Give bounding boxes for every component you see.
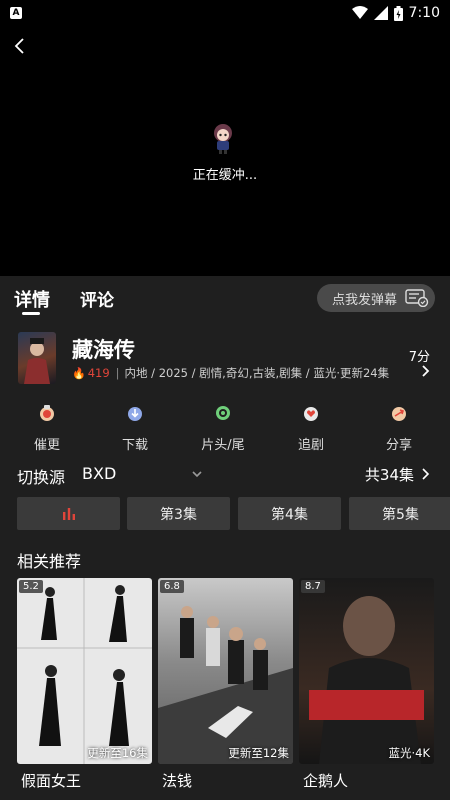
recommendation-update: 更新至12集 [228,746,289,760]
send-danmu-button[interactable]: 点我发弹幕 [317,284,435,312]
episode-button-playing[interactable] [17,497,120,530]
action-bar: 催更 下载 片头/尾 追剧 分享 [0,404,450,453]
urge-update-label: 催更 [33,438,60,453]
show-meta: 🔥 419 | 内地 / 2025 / 剧情,奇幻,古装,剧集 / 蓝光·更新2… [72,365,389,381]
tab-detail[interactable]: 详情 [14,286,50,312]
danmu-settings-icon[interactable] [405,289,429,307]
episode-count-link[interactable]: 共34集 [365,464,414,485]
follow-label: 追剧 [297,438,324,453]
recommendation-poster: 8.7 蓝光·4K [299,578,434,764]
share-icon [392,407,406,421]
fire-icon: 🔥 [72,366,86,380]
download-icon [128,407,142,421]
follow-button[interactable]: 追剧 [281,404,341,453]
battery-icon [393,5,403,21]
skip-intro-outro-button[interactable]: 片头/尾 [193,404,253,453]
episode-button[interactable]: 第3集 [127,497,230,530]
recommendation-name: 法钱 [162,772,193,790]
share-label: 分享 [385,438,412,453]
poster-art-icon [158,606,293,764]
source-label: 切换源 [17,468,66,487]
wifi-icon [351,6,368,19]
recommendation-score: 6.8 [160,580,184,593]
poster-figure-icon [24,338,50,384]
tab-comment[interactable]: 评论 [80,286,114,311]
meta-divider: | [115,366,120,380]
urge-update-icon [40,405,54,421]
chevron-down-icon[interactable] [191,469,203,479]
skip-intro-icon [216,406,230,420]
poster-art-icon [309,596,424,764]
clock: 7:10 [408,5,440,21]
show-info[interactable]: 藏海传 🔥 419 | 内地 / 2025 / 剧情,奇幻,古装,剧集 / 蓝光… [0,332,450,388]
heat-count: 419 [87,366,110,380]
share-button[interactable]: 分享 [369,404,429,453]
status-indicators: 7:10 [351,5,440,21]
status-bar: A 7:10 [0,0,450,26]
recommendation-card[interactable]: 5.2 更新至16集 假面女王 [17,578,152,791]
show-score: 7分 [408,350,430,365]
recommendation-poster: 5.2 更新至16集 [17,578,152,764]
episode-button[interactable]: 第5集 [349,497,450,530]
app-notification-icon: A [10,7,22,19]
show-title: 藏海传 [72,338,135,362]
download-label: 下载 [121,438,148,453]
back-arrow-icon[interactable] [10,36,30,56]
detail-sheet: 详情 评论 点我发弹幕 藏海传 🔥 419 | 内地 / 2025 / 剧情,奇… [0,276,450,800]
recommendation-card[interactable]: 6.8 更新至12集 法钱 [158,578,293,791]
skip-intro-label: 片头/尾 [201,438,245,453]
active-tab-indicator [22,312,40,315]
recommendation-list: 5.2 更新至16集 假面女王 6.8 更新至12集 法钱 8.7 蓝光·4K … [17,578,450,800]
chevron-right-icon[interactable] [420,467,430,481]
playing-indicator-icon [62,507,75,520]
follow-icon [304,407,318,421]
poster-art-icon [17,578,152,764]
chevron-right-icon[interactable] [420,364,430,378]
urge-update-button[interactable]: 催更 [17,404,77,453]
episode-button[interactable]: 第4集 [238,497,341,530]
recommendation-score: 8.7 [301,580,325,593]
show-poster [18,332,56,384]
episode-list: 第3集 第4集 第5集 [17,497,450,531]
buffering-text: 正在缓冲... [192,168,258,183]
recommendation-name: 企鹅人 [303,772,349,790]
show-meta-text: 内地 / 2025 / 剧情,奇幻,古装,剧集 / 蓝光·更新24集 [124,366,390,380]
loading-mascot-icon [214,124,232,154]
recommendation-card[interactable]: 8.7 蓝光·4K 企鹅人 [299,578,434,791]
recommendation-score: 5.2 [19,580,43,593]
source-selector[interactable]: 切换源 BXD 共34集 [0,464,450,488]
send-danmu-label: 点我发弹幕 [332,292,398,308]
video-player[interactable]: 正在缓冲... [0,26,450,276]
download-button[interactable]: 下载 [105,404,165,453]
tab-bar: 详情 评论 点我发弹幕 [0,276,450,320]
recommendations-title: 相关推荐 [17,552,82,571]
recommendation-update: 蓝光·4K [388,746,430,760]
source-value[interactable]: BXD [82,464,116,483]
signal-icon [373,6,388,20]
recommendation-poster: 6.8 更新至12集 [158,578,293,764]
recommendation-update: 更新至16集 [87,746,148,760]
recommendation-name: 假面女王 [21,772,82,790]
